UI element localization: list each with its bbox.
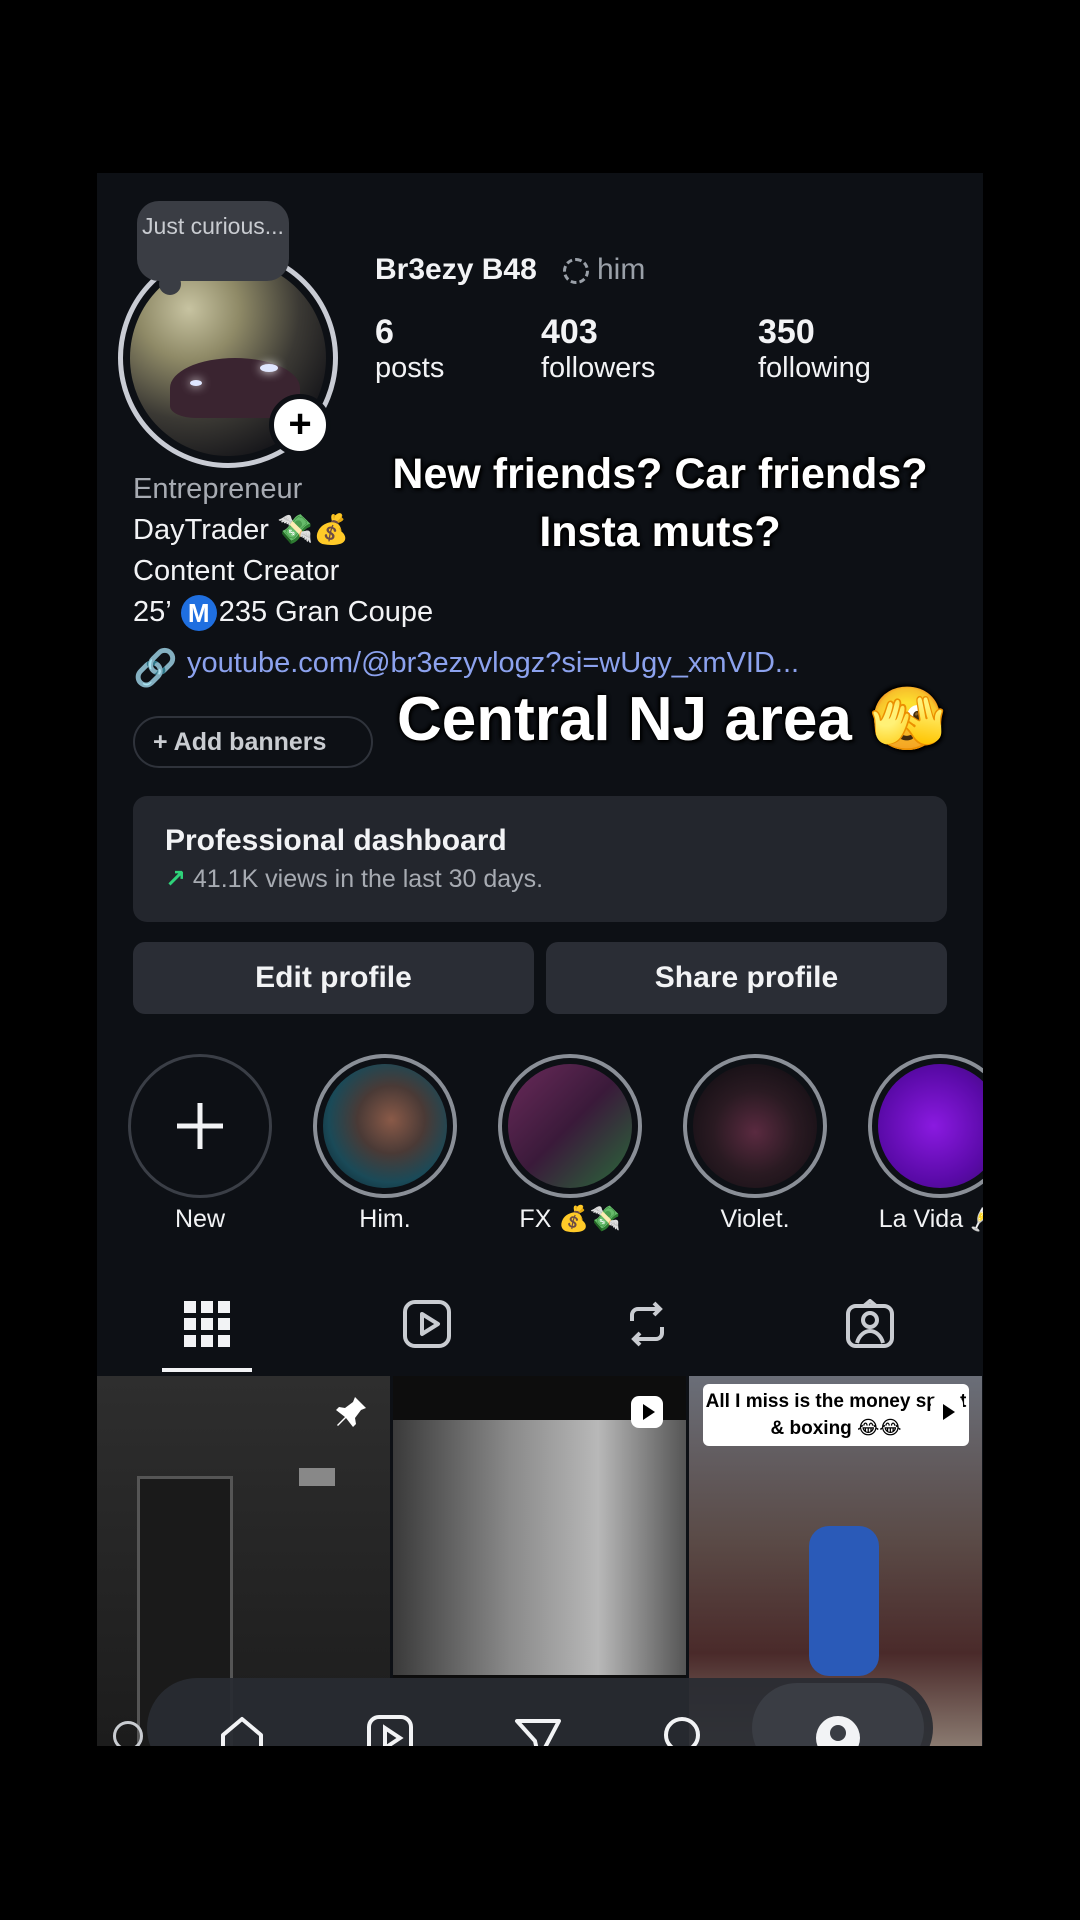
bio-line: 25’ M 235 Gran Coupe [133, 592, 433, 633]
home-icon[interactable] [217, 1713, 267, 1746]
highlight-label: Violet. [720, 1205, 790, 1233]
search-icon[interactable] [660, 1713, 710, 1746]
highlight-violet[interactable] [683, 1054, 827, 1198]
m-badge-icon: M [180, 595, 217, 632]
active-tab-indicator [162, 1368, 252, 1372]
dashboard-subtitle: 41.1K views in the last 30 days. [192, 865, 544, 893]
stat-value: 6 [375, 313, 394, 351]
add-banners-button[interactable]: + Add banners [133, 716, 373, 768]
note-bubble[interactable]: Just curious... [137, 201, 289, 281]
profile-pronouns: him [597, 253, 646, 286]
profile-screen: + Just curious... Br3ezy B48 him 6 posts… [97, 173, 983, 1746]
profile-icon[interactable] [813, 1713, 863, 1746]
reels-icon[interactable] [365, 1713, 415, 1746]
highlight-ring [313, 1054, 457, 1198]
add-banners-label: Add banners [173, 728, 327, 756]
pin-icon [336, 1397, 366, 1427]
tagged-icon[interactable] [845, 1299, 895, 1349]
stat-followers[interactable]: 403 followers [541, 313, 655, 385]
highlight-ring [128, 1054, 272, 1198]
highlight-label: Him. [359, 1205, 411, 1233]
highlight-label: FX 💰💸 [519, 1205, 621, 1233]
dashboard-stats: ↗ 41.1K views in the last 30 days. [165, 864, 543, 894]
status-icon [113, 1721, 143, 1746]
stat-value: 350 [758, 313, 815, 351]
plus-icon: + [153, 728, 168, 756]
grid-icon[interactable] [182, 1299, 232, 1349]
bio-text: 235 Gran Coupe [218, 596, 434, 628]
link-icon: 🔗 [133, 647, 178, 688]
edit-profile-button[interactable]: Edit profile [133, 942, 534, 1014]
bio-text: 25’ [133, 596, 171, 628]
overlay-line: New friends? Car friends? [392, 450, 928, 498]
stat-label: posts [375, 352, 445, 384]
highlight-cover [508, 1064, 632, 1188]
reposts-icon[interactable] [622, 1299, 672, 1349]
profile-username: Br3ezy B48 [375, 253, 537, 286]
reel-icon [931, 1396, 963, 1428]
highlight-ring [868, 1054, 983, 1198]
overlay-area-caption: Central NJ area 🫣 [397, 685, 947, 754]
highlight-label: New [174, 1205, 225, 1233]
send-icon[interactable] [513, 1713, 563, 1746]
share-profile-button[interactable]: Share profile [546, 942, 947, 1014]
overlay-line: Insta muts? [539, 508, 781, 556]
highlight-cover [878, 1064, 983, 1188]
dashboard-title: Professional dashboard [165, 824, 507, 857]
profile-link[interactable]: youtube.com/@br3ezyvlogz?si=wUgy_xmVID..… [187, 647, 799, 680]
add-story-icon[interactable]: + [269, 394, 331, 456]
reel-icon [631, 1396, 663, 1428]
highlight-cover [693, 1064, 817, 1188]
highlight-ring [498, 1054, 642, 1198]
stat-value: 403 [541, 313, 598, 351]
professional-dashboard[interactable]: Professional dashboard ↗ 41.1K views in … [133, 796, 947, 922]
highlight-label: La Vida 🥂 [878, 1205, 983, 1233]
stat-posts[interactable]: 6 posts [375, 313, 444, 385]
plus-icon [177, 1103, 223, 1149]
highlight-ring [683, 1054, 827, 1198]
highlight-cover [323, 1064, 447, 1188]
overlay-caption: New friends? Car friends? Insta muts? [375, 445, 945, 561]
highlight-la-vida[interactable] [868, 1054, 983, 1198]
highlight-fx[interactable] [498, 1054, 642, 1198]
reels-icon[interactable] [402, 1299, 452, 1349]
trend-up-icon: ↗ [165, 865, 186, 893]
stat-label: followers [541, 352, 656, 384]
stat-following[interactable]: 350 following [758, 313, 871, 385]
stat-label: following [758, 352, 871, 384]
meta-verified-icon[interactable] [563, 258, 589, 284]
highlight-new[interactable] [128, 1054, 272, 1198]
highlight-him[interactable] [313, 1054, 457, 1198]
